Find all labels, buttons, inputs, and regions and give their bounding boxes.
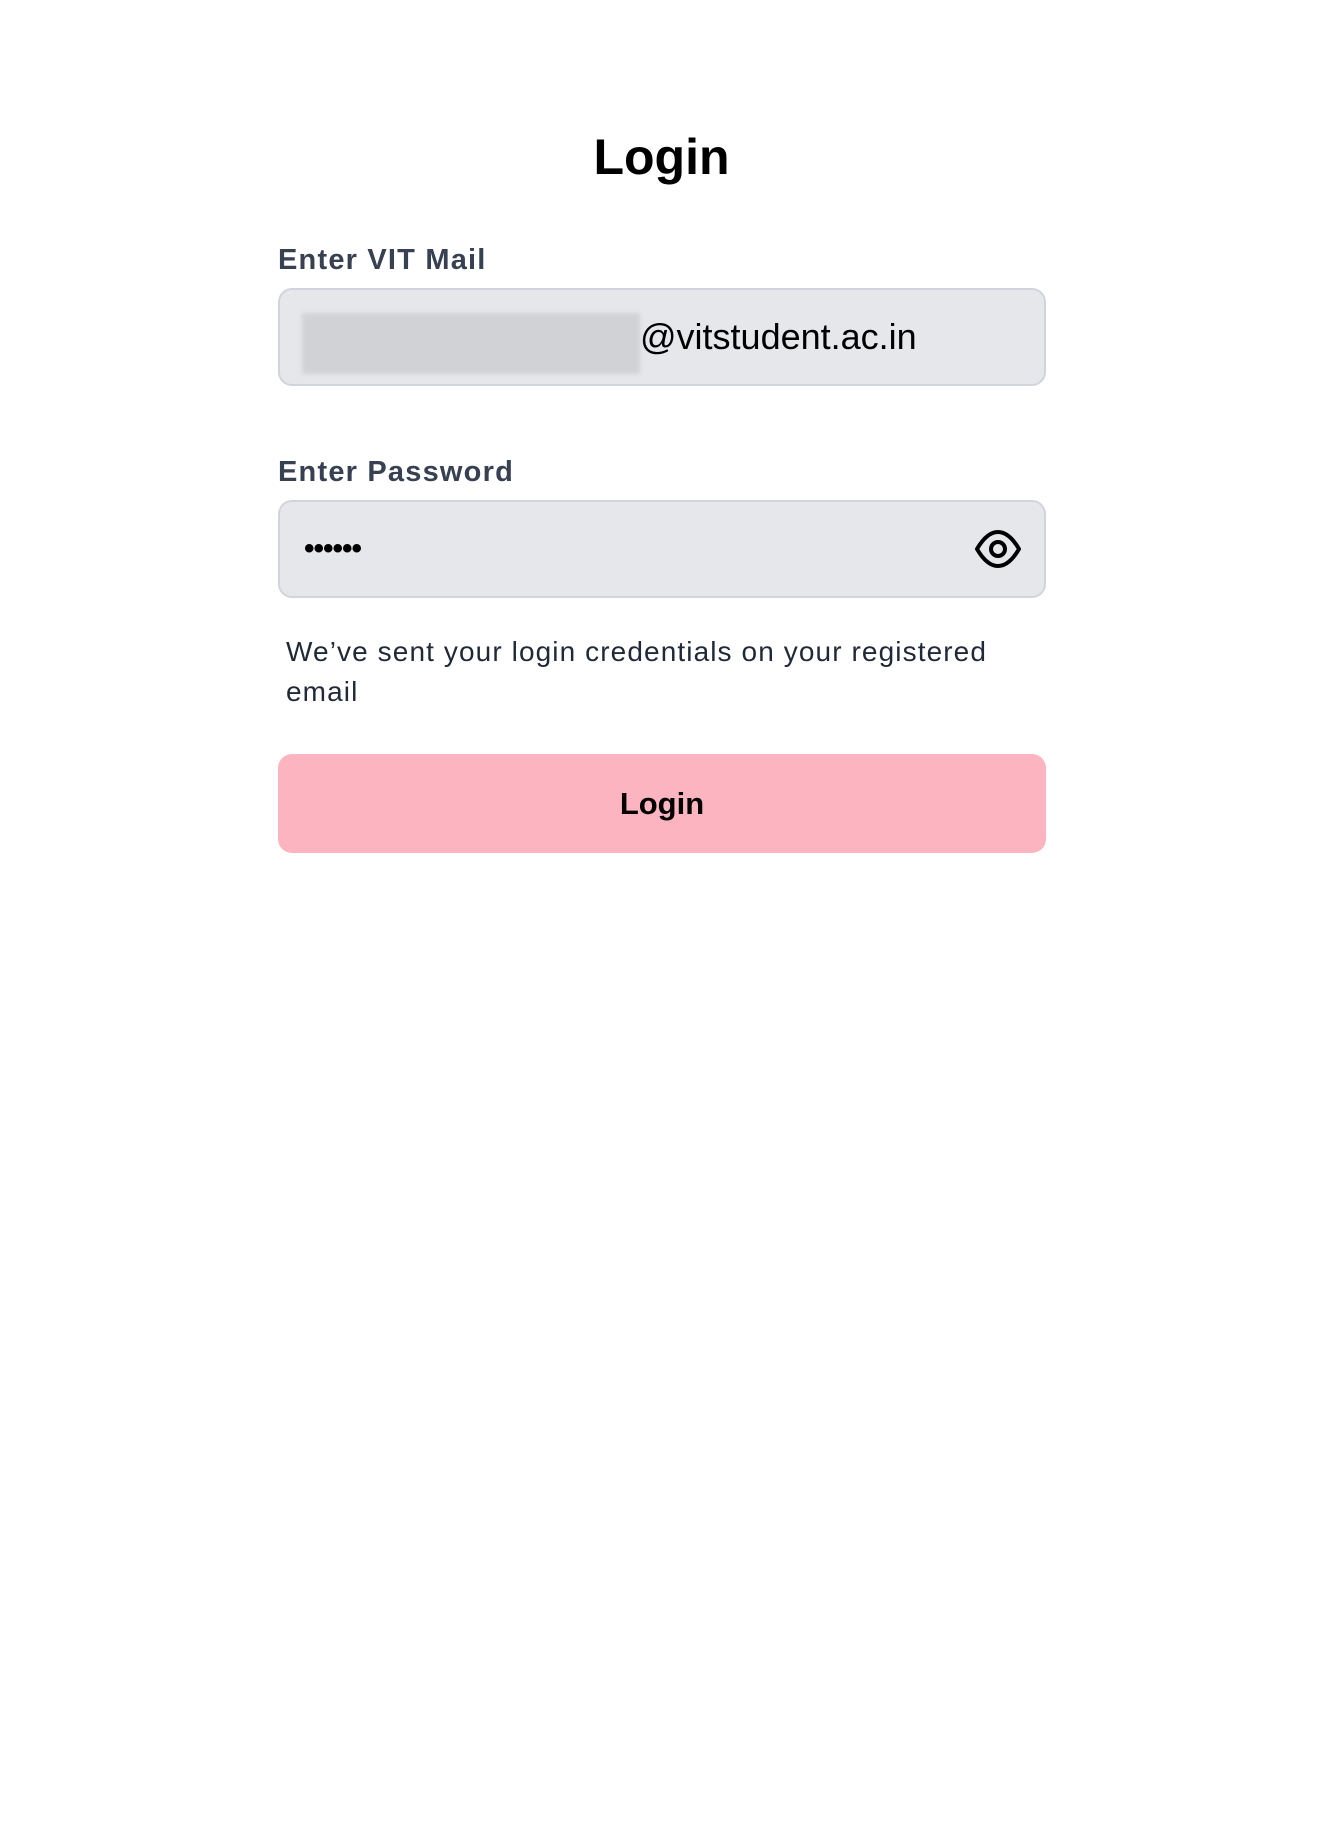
email-field[interactable]: @vitstudent.ac.in xyxy=(278,288,1046,386)
login-button[interactable]: Login xyxy=(278,754,1046,853)
eye-icon[interactable] xyxy=(974,526,1022,572)
password-value[interactable]: •••••• xyxy=(304,502,362,596)
password-label: Enter Password xyxy=(278,456,514,488)
helper-text: We’ve sent your login credentials on you… xyxy=(286,636,988,707)
email-label: Enter VIT Mail xyxy=(278,244,487,276)
login-page: Login Enter VIT Mail @vitstudent.ac.in E… xyxy=(0,0,1323,1840)
page-title: Login xyxy=(593,129,730,185)
email-domain: @vitstudent.ac.in xyxy=(640,316,917,357)
password-field[interactable]: •••••• xyxy=(278,500,1046,598)
redaction-blur xyxy=(302,313,640,374)
